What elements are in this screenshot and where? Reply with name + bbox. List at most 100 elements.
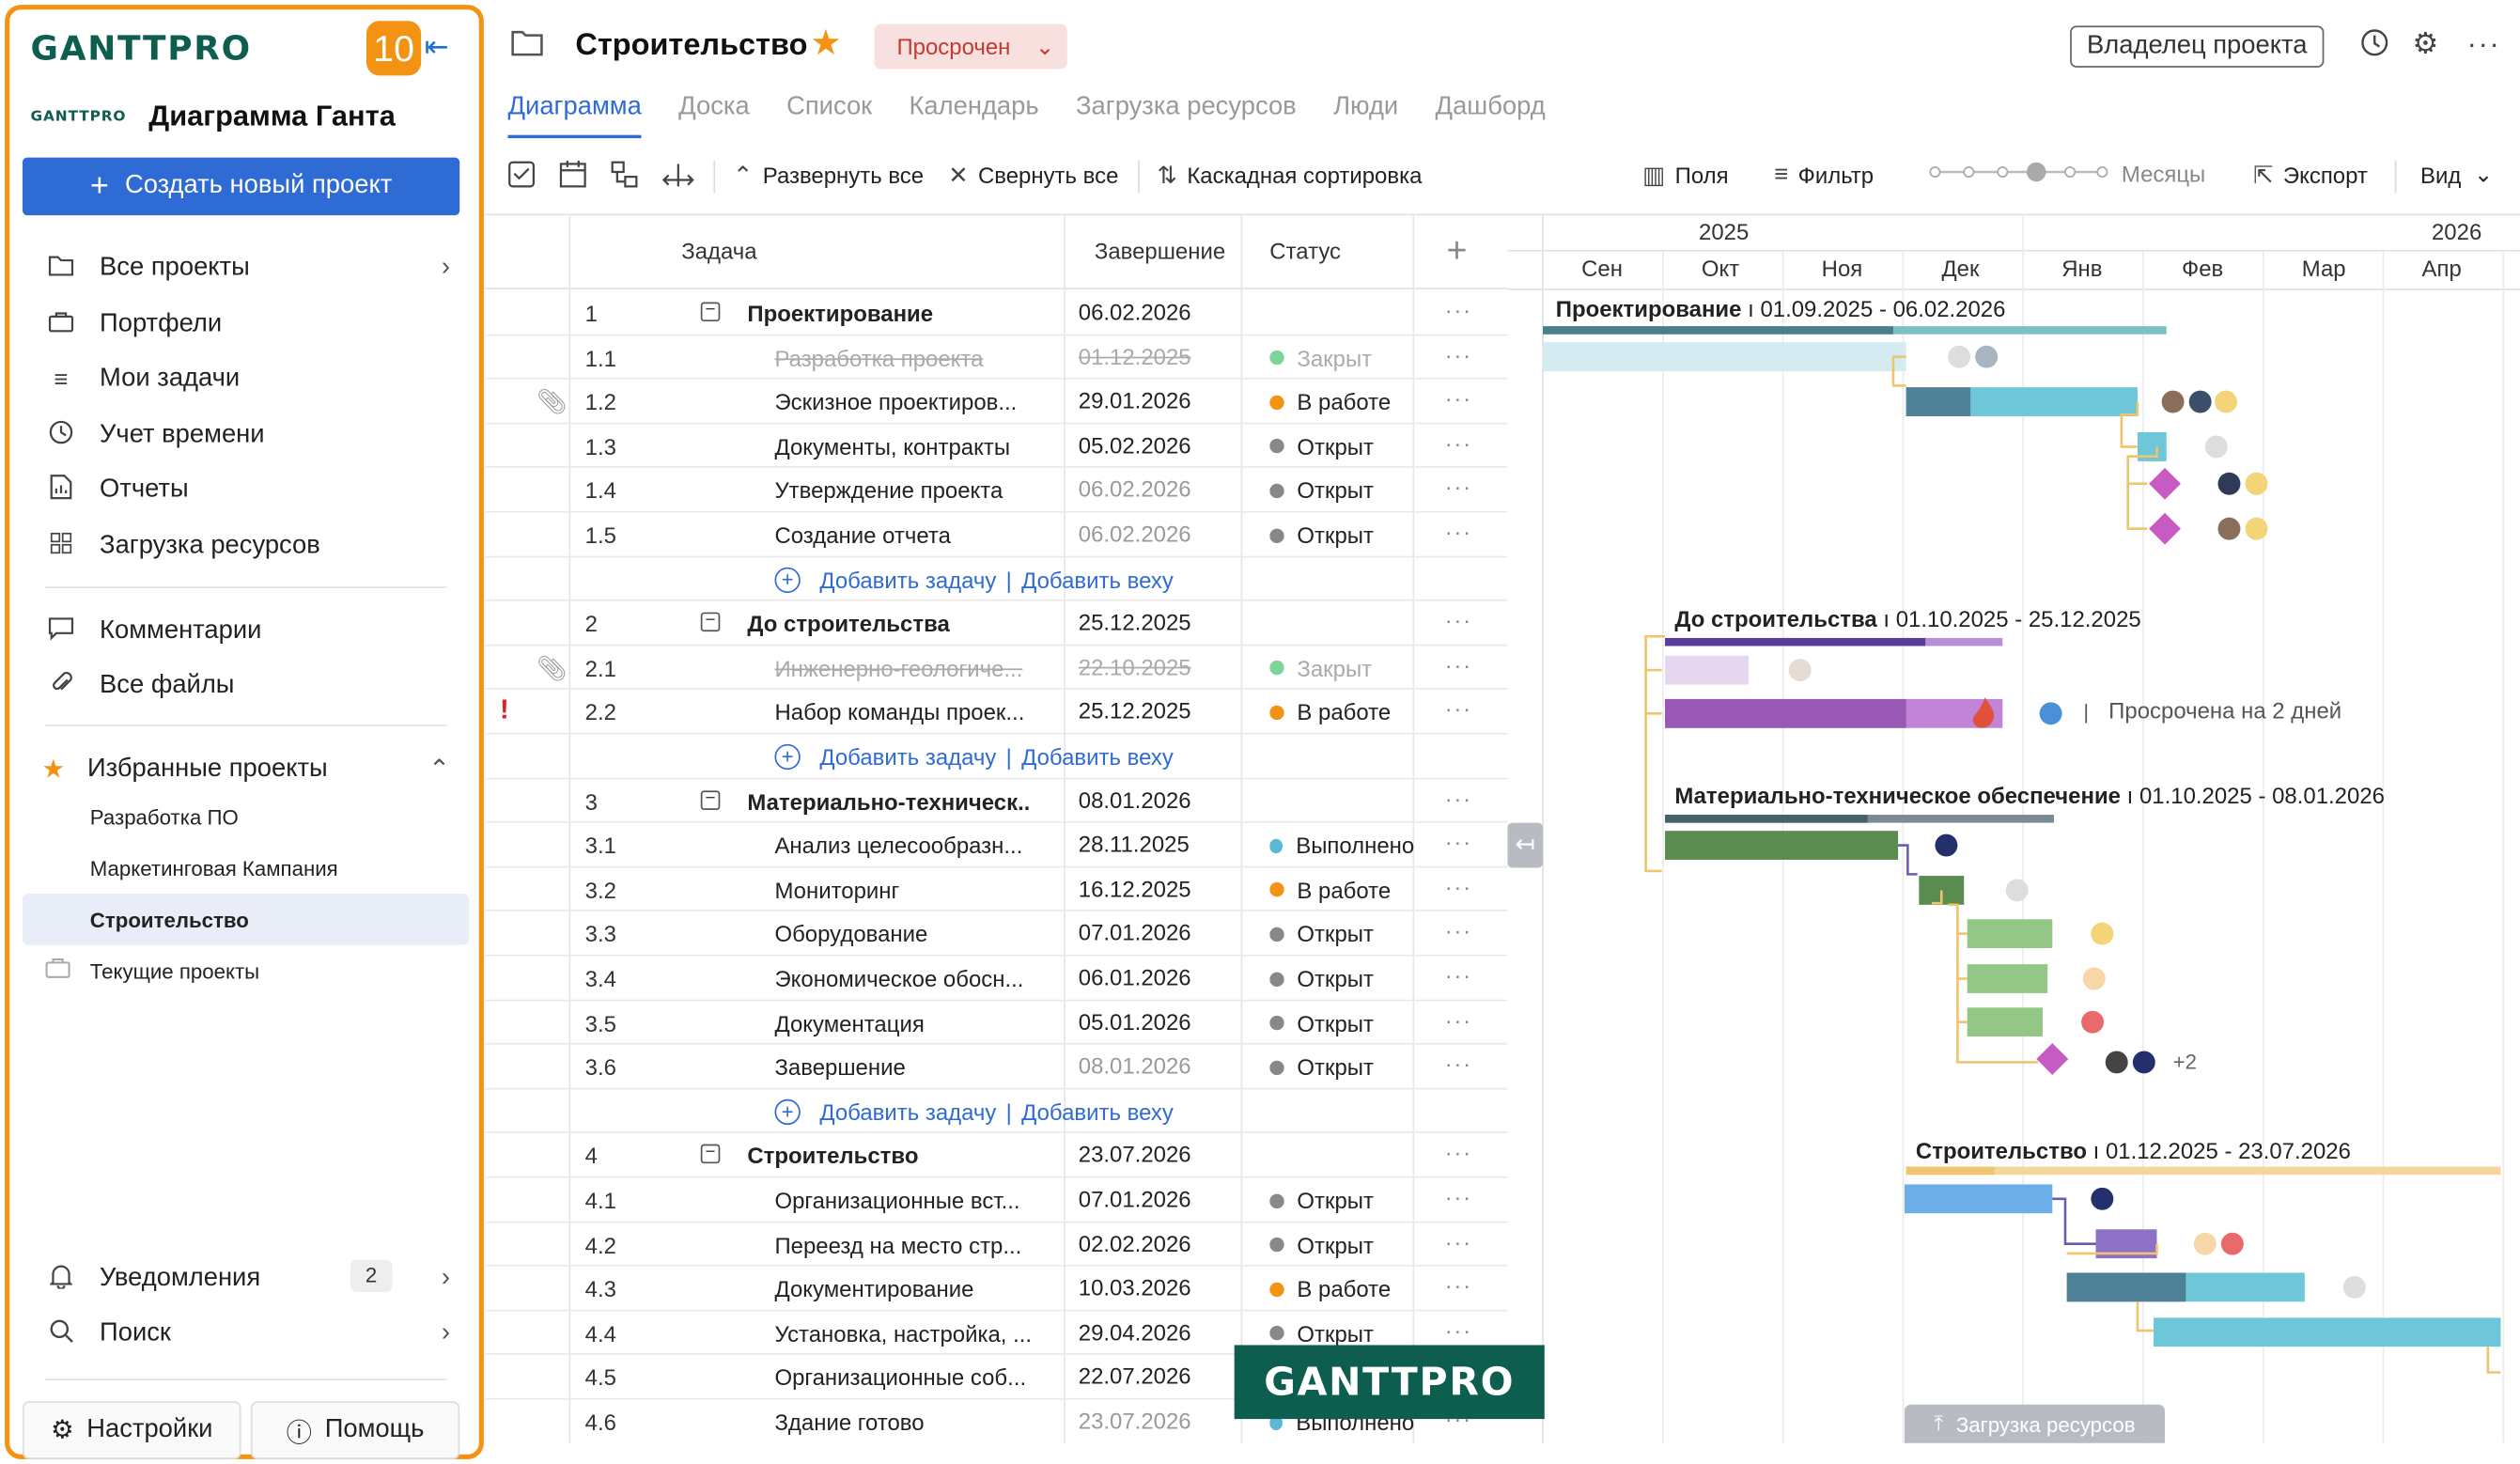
group-row[interactable]: 3 − Материально-техническ... 08.01.2026 ··· [485, 779, 1508, 823]
filter-button[interactable]: ≡ Фильтр [1774, 161, 1874, 188]
task-name[interactable]: Инженерно-геологиче... [774, 655, 1055, 680]
table-row[interactable]: 3.5 Документация 05.01.2026 Открыт ··· [485, 1001, 1508, 1045]
favorite-project-marketing[interactable]: Маркетинговая Кампания [90, 857, 338, 881]
table-row[interactable]: 4.3 Документирование 10.03.2026 В работе ··· [485, 1267, 1508, 1311]
sidebar-item-my-tasks[interactable]: ≡ Мои задачи [9, 357, 478, 402]
add-task-link[interactable]: Добавить задачу [819, 744, 996, 770]
table-row[interactable]: 3.2 Мониторинг 16.12.2025 В работе ··· [485, 867, 1508, 912]
task-name[interactable]: Оборудование [774, 922, 1055, 947]
plus-circle-icon[interactable]: + [774, 1098, 801, 1125]
collapse-all-button[interactable]: ✕ Свернуть все [948, 161, 1118, 190]
task-name[interactable]: Создание отчета [774, 522, 1055, 548]
tab-people[interactable]: Люди [1333, 93, 1398, 138]
tab-board[interactable]: Доска [678, 93, 750, 138]
row-menu-icon[interactable]: ··· [1445, 874, 1472, 899]
add-column-icon[interactable]: + [1446, 230, 1467, 272]
tab-list[interactable]: Список [786, 93, 872, 138]
task-end-date[interactable]: 29.04.2026 [1079, 1319, 1191, 1345]
task-name[interactable]: Завершение [774, 1054, 1055, 1080]
task-end-date[interactable]: 25.12.2025 [1079, 609, 1191, 634]
calendar-tool-icon[interactable] [559, 161, 586, 188]
collapse-group-icon[interactable]: − [700, 789, 721, 810]
add-milestone-link[interactable]: Добавить веху [1021, 567, 1174, 592]
table-row[interactable]: 3.6 Завершение 08.01.2026 Открыт ··· [485, 1045, 1508, 1089]
tab-resource-load[interactable]: Загрузка ресурсов [1076, 93, 1297, 138]
task-end-date[interactable]: 29.01.2026 [1079, 387, 1191, 413]
table-row[interactable]: 📎︎ 2.1 Инженерно-геологиче... 22.10.2025 Зак… [485, 646, 1508, 691]
expand-all-button[interactable]: ⌃ Развернуть все [733, 161, 924, 190]
task-end-date[interactable]: 16.12.2025 [1079, 876, 1191, 901]
task-end-date[interactable]: 06.01.2026 [1079, 964, 1191, 989]
row-menu-icon[interactable]: ··· [1445, 786, 1472, 811]
task-status[interactable]: В работе [1269, 700, 1414, 725]
task-end-date[interactable]: 22.10.2025 [1079, 654, 1191, 679]
table-row[interactable]: 1.5 Создание отчета 06.02.2026 Открыт ··· [485, 513, 1508, 557]
task-status[interactable]: Открыт [1269, 1054, 1414, 1081]
sidebar-item-resource-load[interactable]: Загрузка ресурсов [9, 524, 478, 569]
row-menu-icon[interactable]: ··· [1445, 1140, 1472, 1165]
group-row[interactable]: 4 − Строительство 23.07.2026 ··· [485, 1133, 1508, 1178]
task-end-date[interactable]: 08.01.2026 [1079, 787, 1191, 812]
task-end-date[interactable]: 06.02.2026 [1079, 521, 1191, 546]
task-status[interactable]: В работе [1269, 389, 1414, 415]
task-name[interactable]: Документы, контракты [774, 433, 1055, 459]
help-button[interactable]: ⓘ Помощь [250, 1401, 460, 1459]
row-menu-icon[interactable]: ··· [1445, 918, 1472, 943]
task-name[interactable]: Мониторинг [774, 877, 1055, 902]
row-menu-icon[interactable]: ··· [1445, 430, 1472, 456]
task-end-date[interactable]: 05.02.2026 [1079, 432, 1191, 458]
add-task-link[interactable]: Добавить задачу [819, 567, 996, 592]
task-end-date[interactable]: 23.07.2026 [1079, 1408, 1191, 1433]
task-name[interactable]: Экономическое обосн... [774, 966, 1055, 991]
task-end-date[interactable]: 01.12.2025 [1079, 343, 1191, 368]
table-row[interactable]: ! 2.2 Набор команды проек... 25.12.2025 В ра… [485, 690, 1508, 735]
checkbox-tool-icon[interactable] [508, 161, 536, 188]
row-menu-icon[interactable]: ··· [1445, 1229, 1472, 1254]
table-row[interactable]: 1.4 Утверждение проекта 06.02.2026 Открыт ··… [485, 468, 1508, 513]
task-name[interactable]: Разработка проекта [774, 345, 1055, 370]
row-menu-icon[interactable]: ··· [1445, 962, 1472, 988]
collapse-sidebar-icon[interactable]: ⇤ [425, 30, 449, 64]
add-task-link[interactable]: Добавить задачу [819, 1098, 996, 1124]
sidebar-item-all-files[interactable]: Все файлы [9, 663, 478, 709]
task-name[interactable]: Строительство [747, 1144, 1028, 1169]
task-name[interactable]: Установка, настройка, ... [774, 1320, 1055, 1346]
task-end-date[interactable]: 28.11.2025 [1079, 831, 1190, 856]
task-name[interactable]: Здание готово [774, 1409, 1055, 1435]
sidebar-item-comments[interactable]: Комментарии [9, 609, 478, 654]
tab-diagram[interactable]: Диаграмма [507, 93, 642, 139]
task-name[interactable]: Документирование [774, 1276, 1055, 1301]
column-header-status[interactable]: Статус [1269, 238, 1341, 263]
task-status[interactable]: Открыт [1269, 433, 1414, 459]
task-name[interactable]: Набор команды проек... [774, 700, 1055, 725]
row-menu-icon[interactable]: ··· [1445, 608, 1472, 633]
task-name[interactable]: Организационные вст... [774, 1188, 1055, 1213]
hierarchy-tool-icon[interactable] [611, 161, 638, 188]
ganttpro-logo[interactable]: GANTTPRO [30, 29, 251, 68]
task-end-date[interactable]: 02.02.2026 [1079, 1230, 1191, 1255]
task-name[interactable]: Организационные соб... [774, 1365, 1055, 1391]
task-status[interactable]: Открыт [1269, 478, 1414, 504]
table-row[interactable]: 4.2 Переезд на место стр... 02.02.2026 Откр… [485, 1223, 1508, 1267]
table-row[interactable]: 1.3 Документы, контракты 05.02.2026 Открыт ·… [485, 424, 1508, 469]
fields-button[interactable]: ▥ Поля [1642, 161, 1728, 190]
task-end-date[interactable]: 22.07.2026 [1079, 1363, 1191, 1389]
tab-calendar[interactable]: Календарь [909, 93, 1038, 138]
add-milestone-link[interactable]: Добавить веху [1021, 1098, 1174, 1124]
plus-circle-icon[interactable]: + [774, 567, 801, 593]
task-name[interactable]: До строительства [747, 611, 1028, 636]
sidebar-item-reports[interactable]: Отчеты [9, 468, 478, 513]
column-header-task[interactable]: Задача [681, 238, 756, 263]
group-row[interactable]: 2 − До строительства 25.12.2025 ··· [485, 601, 1508, 646]
task-status[interactable]: Открыт [1269, 1232, 1414, 1257]
task-end-date[interactable]: 08.01.2026 [1079, 1053, 1191, 1079]
task-name[interactable]: Эскизное проектиров... [774, 389, 1055, 414]
favorite-star-icon[interactable]: ★ [810, 23, 842, 64]
row-menu-icon[interactable]: ··· [1445, 1273, 1472, 1299]
row-menu-icon[interactable]: ··· [1445, 519, 1472, 544]
table-row[interactable]: 3.4 Экономическое обосн... 06.01.2026 Откры… [485, 957, 1508, 1001]
task-end-date[interactable]: 07.01.2026 [1079, 1186, 1191, 1211]
settings-button[interactable]: ⚙ Настройки [22, 1401, 241, 1459]
row-menu-icon[interactable]: ··· [1445, 830, 1472, 855]
row-menu-icon[interactable]: ··· [1445, 1051, 1472, 1077]
